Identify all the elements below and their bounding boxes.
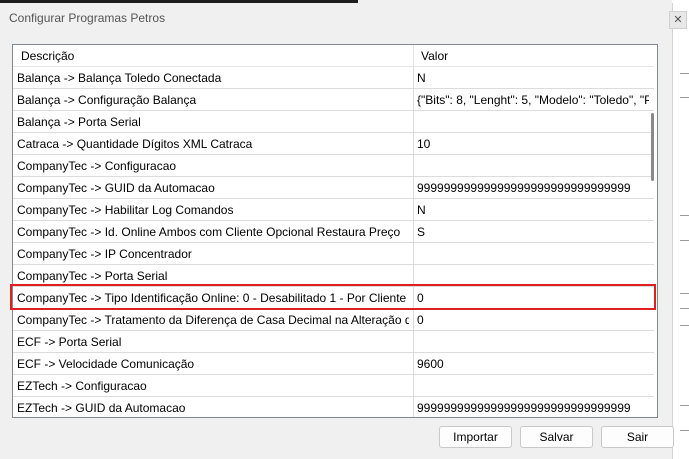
row-value[interactable]: {"Bits": 8, "Lenght": 5, "Modelo": "Tole… [417,93,649,107]
table-row[interactable]: Balança -> Balança Toledo Conectada N [13,67,654,89]
row-value[interactable]: S [417,225,649,239]
row-value[interactable]: 0 [417,291,649,305]
scrollbar-thumb[interactable] [651,113,654,181]
table-row[interactable]: CompanyTec -> IP Concentrador [13,243,654,265]
background-window [672,0,689,459]
row-description: EZTech -> Configuracao [17,379,147,393]
table-row[interactable]: Balança -> Porta Serial [13,111,654,133]
column-header-valor[interactable]: Valor [421,49,448,63]
row-description: Balança -> Configuração Balança [17,93,197,107]
row-value[interactable]: N [417,203,649,217]
row-description: Balança -> Balança Toledo Conectada [17,71,222,85]
table-row[interactable]: CompanyTec -> Id. Online Ambos com Clien… [13,221,654,243]
row-description: CompanyTec -> Configuracao [17,159,177,173]
table-row[interactable]: CompanyTec -> Habilitar Log Comandos N [13,199,654,221]
row-description: CompanyTec -> Id. Online Ambos com Clien… [17,225,401,239]
salvar-button[interactable]: Salvar [520,426,593,448]
row-value[interactable]: 0 [417,313,649,327]
table-row[interactable]: EZTech -> Configuracao [13,375,654,397]
row-description: CompanyTec -> GUID da Automacao [17,181,215,195]
dialog-title: Configurar Programas Petros [9,11,166,25]
importar-button[interactable]: Importar [439,426,512,448]
row-value[interactable]: 99999999999999999999999999999999 [417,181,649,195]
row-description: CompanyTec -> Tipo Identificação Online:… [17,291,409,305]
table-row[interactable]: CompanyTec -> Configuracao [13,155,654,177]
table-row[interactable]: ECF -> Velocidade Comunicação 9600 [13,353,654,375]
settings-grid[interactable]: Descrição Valor Balança -> Balança Toled… [12,44,658,418]
row-description: ECF -> Velocidade Comunicação [17,357,195,371]
row-description: Catraca -> Quantidade Dígitos XML Catrac… [17,137,253,151]
row-description: EZTech -> GUID da Automacao [17,401,186,415]
close-icon: ✕ [673,14,683,26]
table-row[interactable]: Catraca -> Quantidade Dígitos XML Catrac… [13,133,654,155]
row-description: CompanyTec -> IP Concentrador [17,247,192,261]
row-value[interactable]: 99999999999999999999999999999999 [417,401,649,415]
row-value[interactable]: 10 [417,137,649,151]
grid-header: Descrição Valor [13,45,654,67]
row-value[interactable]: 9600 [417,357,649,371]
table-row[interactable]: ECF -> Porta Serial [13,331,654,353]
table-row[interactable]: CompanyTec -> Tratamento da Diferença de… [13,309,654,331]
row-value[interactable]: N [417,71,649,85]
close-button[interactable]: ✕ [669,11,687,29]
column-header-descricao[interactable]: Descrição [21,49,74,63]
vertical-scrollbar[interactable] [654,45,657,417]
table-row[interactable]: CompanyTec -> Porta Serial [13,265,654,287]
table-row[interactable]: CompanyTec -> Tipo Identificação Online:… [13,287,654,309]
row-description: CompanyTec -> Tratamento da Diferença de… [17,313,409,327]
table-row[interactable]: Balança -> Configuração Balança {"Bits": … [13,89,654,111]
row-description: Balança -> Porta Serial [17,115,141,129]
table-row[interactable]: EZTech -> GUID da Automacao 9999999999999… [13,397,654,417]
row-description: CompanyTec -> Porta Serial [17,269,168,283]
row-description: CompanyTec -> Habilitar Log Comandos [17,203,234,217]
sair-button[interactable]: Sair [601,426,674,448]
row-description: ECF -> Porta Serial [17,335,122,349]
table-row[interactable]: CompanyTec -> GUID da Automacao 999999999… [13,177,654,199]
